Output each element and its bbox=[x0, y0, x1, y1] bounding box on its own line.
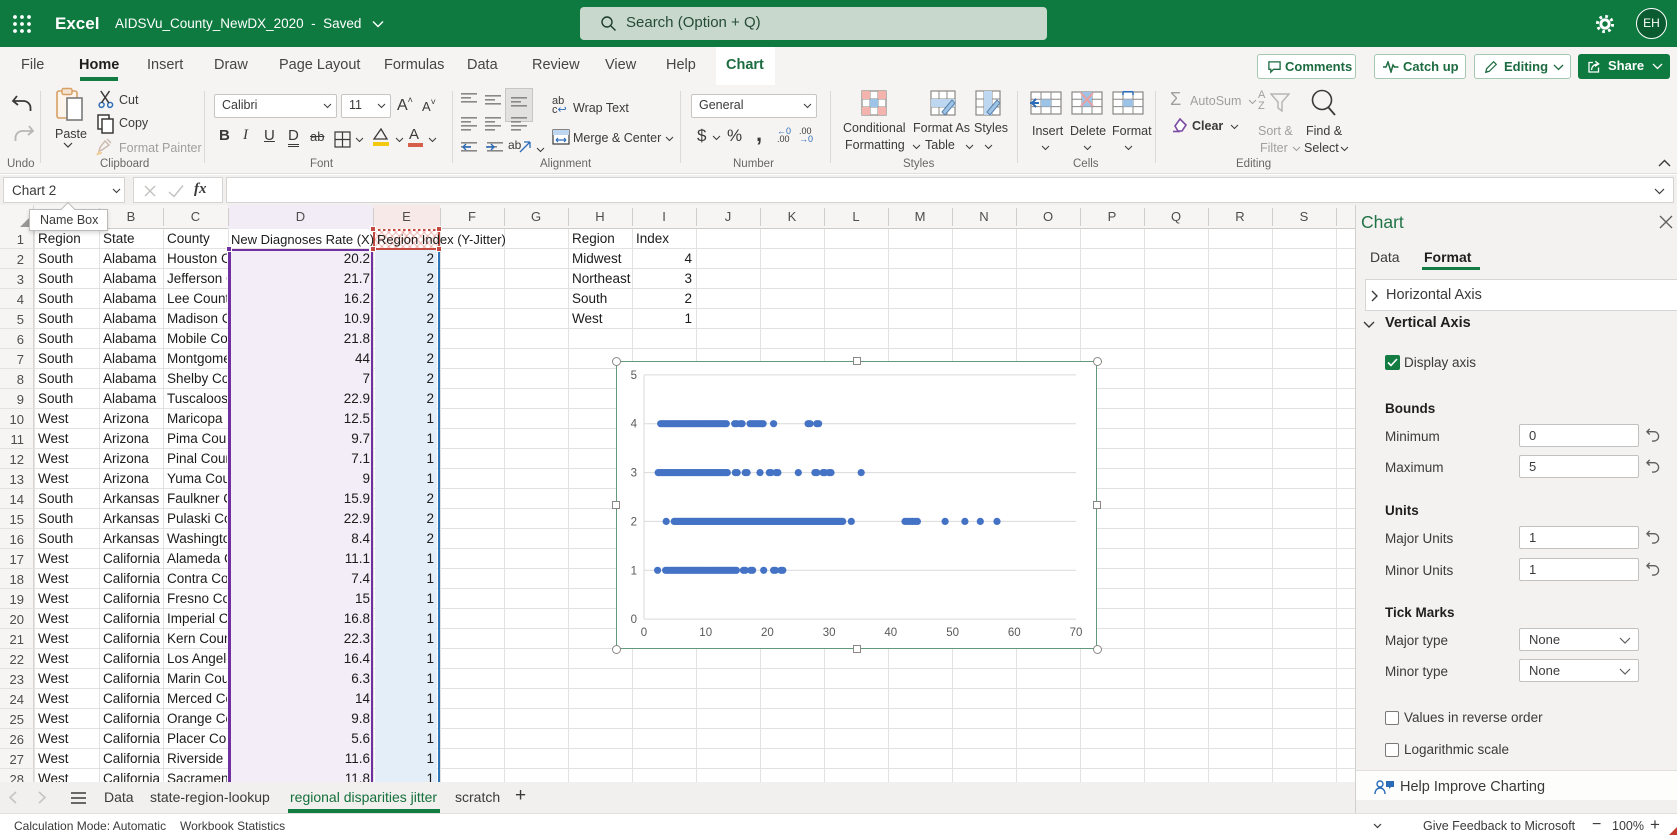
svg-text:40: 40 bbox=[884, 627, 897, 639]
svg-text:0: 0 bbox=[641, 627, 647, 639]
svg-text:60: 60 bbox=[1008, 627, 1021, 639]
svg-text:5: 5 bbox=[631, 370, 637, 382]
svg-text:30: 30 bbox=[823, 627, 836, 639]
svg-text:4: 4 bbox=[631, 419, 638, 431]
svg-text:50: 50 bbox=[946, 627, 959, 639]
svg-text:1: 1 bbox=[631, 565, 637, 577]
svg-text:2: 2 bbox=[631, 516, 637, 528]
svg-text:3: 3 bbox=[631, 468, 637, 480]
svg-text:70: 70 bbox=[1070, 627, 1083, 639]
svg-text:10: 10 bbox=[699, 627, 712, 639]
svg-text:0: 0 bbox=[631, 614, 637, 626]
svg-text:20: 20 bbox=[761, 627, 774, 639]
